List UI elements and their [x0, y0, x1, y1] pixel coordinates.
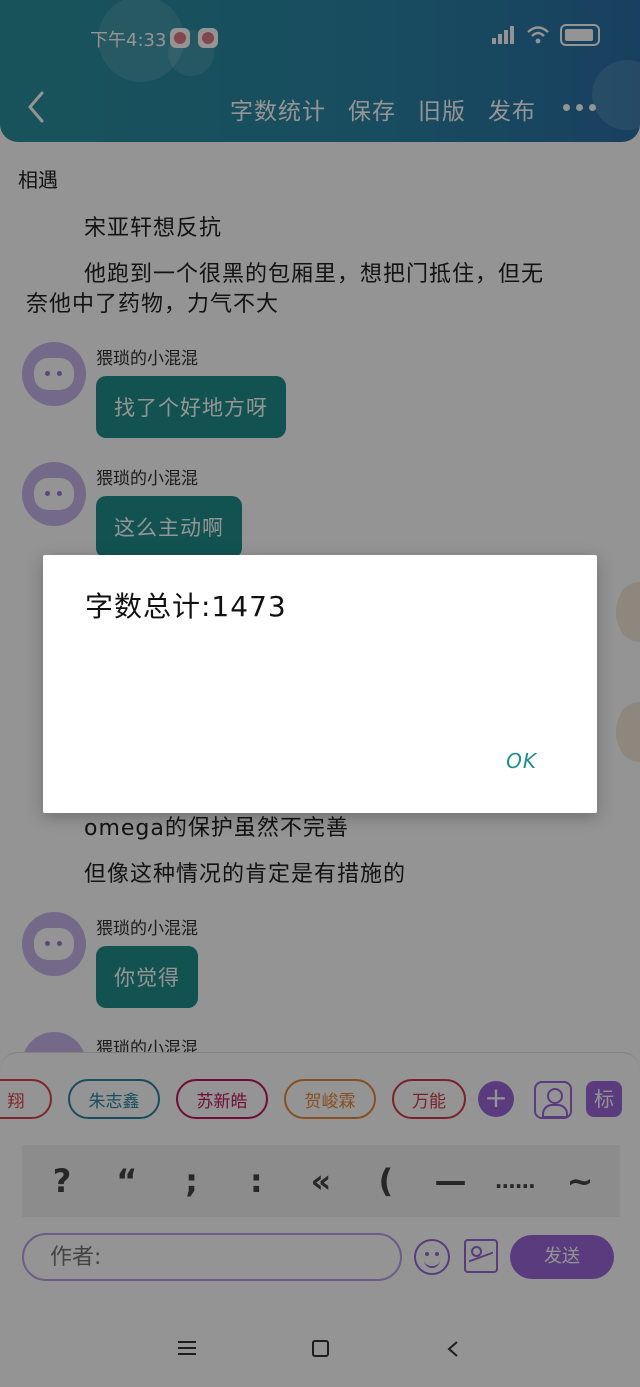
ok-button[interactable]: OK — [506, 749, 537, 773]
dialog-message: 字数总计:1473 — [85, 590, 287, 623]
word-count-dialog: 字数总计:1473 OK — [43, 555, 597, 813]
